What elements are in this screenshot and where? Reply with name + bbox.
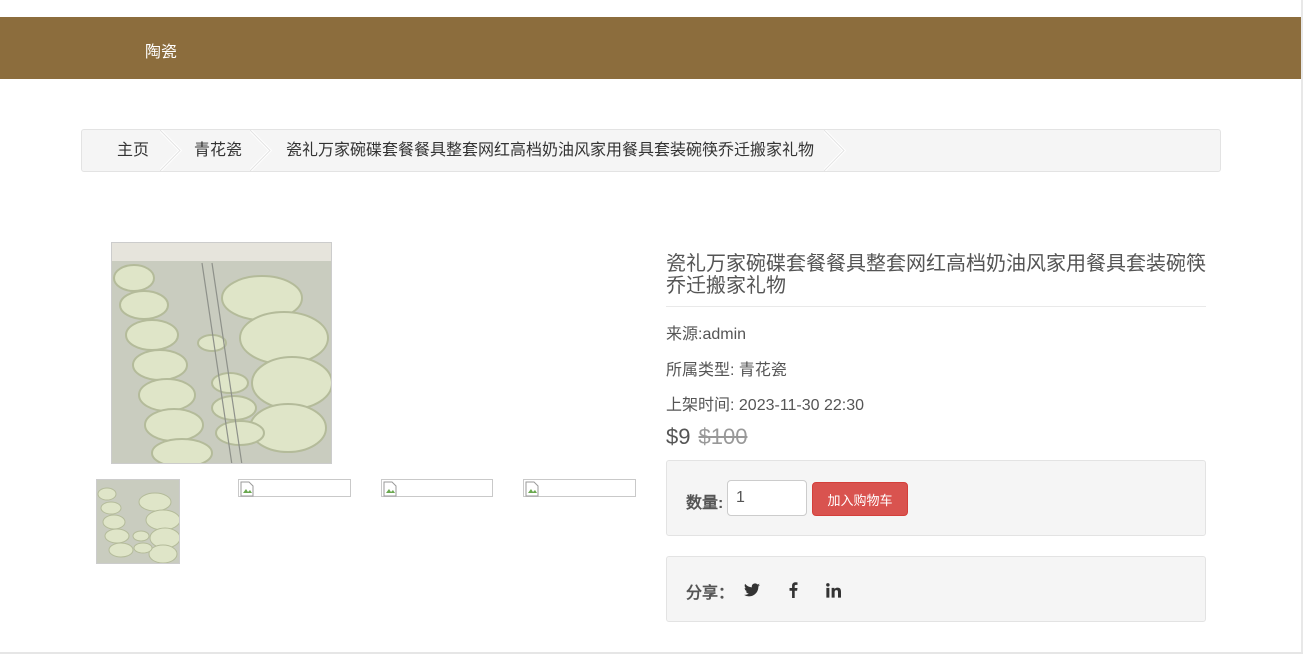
thumbnail-1[interactable]: [96, 479, 180, 564]
product-source: 来源:admin: [666, 326, 747, 343]
thumbnail-3[interactable]: [381, 479, 493, 497]
facebook-icon[interactable]: [783, 580, 803, 600]
thumbnail-4[interactable]: [523, 479, 636, 497]
breadcrumb-separator: [160, 130, 182, 171]
current-price: $9: [666, 424, 691, 449]
purchase-panel: 数量: 加入购物车: [666, 460, 1206, 536]
product-listed-time: 上架时间: 2023-11-30 22:30: [666, 397, 865, 414]
product-main-image[interactable]: [111, 242, 332, 464]
share-label: 分享：: [686, 585, 735, 602]
breadcrumb: 主页 青花瓷 瓷礼万家碗碟套餐餐具整套网红高档奶油风家用餐具套装碗筷乔迁搬家礼物: [81, 129, 1221, 172]
title-divider: [666, 306, 1206, 307]
add-to-cart-button[interactable]: 加入购物车: [812, 482, 908, 516]
broken-image-icon: [525, 481, 539, 497]
share-panel: 分享：: [666, 556, 1206, 622]
breadcrumb-category[interactable]: 青花瓷: [194, 130, 242, 171]
nav-link-ceramics[interactable]: 陶瓷: [145, 38, 177, 62]
price-row: $9 $100: [666, 424, 747, 450]
breadcrumb-separator: [824, 130, 846, 171]
quantity-input[interactable]: [727, 480, 807, 516]
quantity-label: 数量:: [686, 495, 724, 512]
original-price: $100: [698, 424, 748, 449]
product-title: 瓷礼万家碗碟套餐餐具整套网红高档奶油风家用餐具套装碗筷乔迁搬家礼物: [666, 253, 1206, 297]
broken-image-icon: [240, 481, 254, 497]
product-type: 所属类型: 青花瓷: [666, 362, 787, 379]
broken-image-icon: [383, 481, 397, 497]
twitter-icon[interactable]: [742, 580, 762, 600]
linkedin-icon[interactable]: [823, 580, 843, 600]
breadcrumb-separator: [250, 130, 272, 171]
top-navbar: 陶瓷: [0, 17, 1301, 79]
breadcrumb-home[interactable]: 主页: [117, 130, 149, 171]
thumbnail-2[interactable]: [238, 479, 351, 497]
breadcrumb-current[interactable]: 瓷礼万家碗碟套餐餐具整套网红高档奶油风家用餐具套装碗筷乔迁搬家礼物: [286, 130, 814, 171]
